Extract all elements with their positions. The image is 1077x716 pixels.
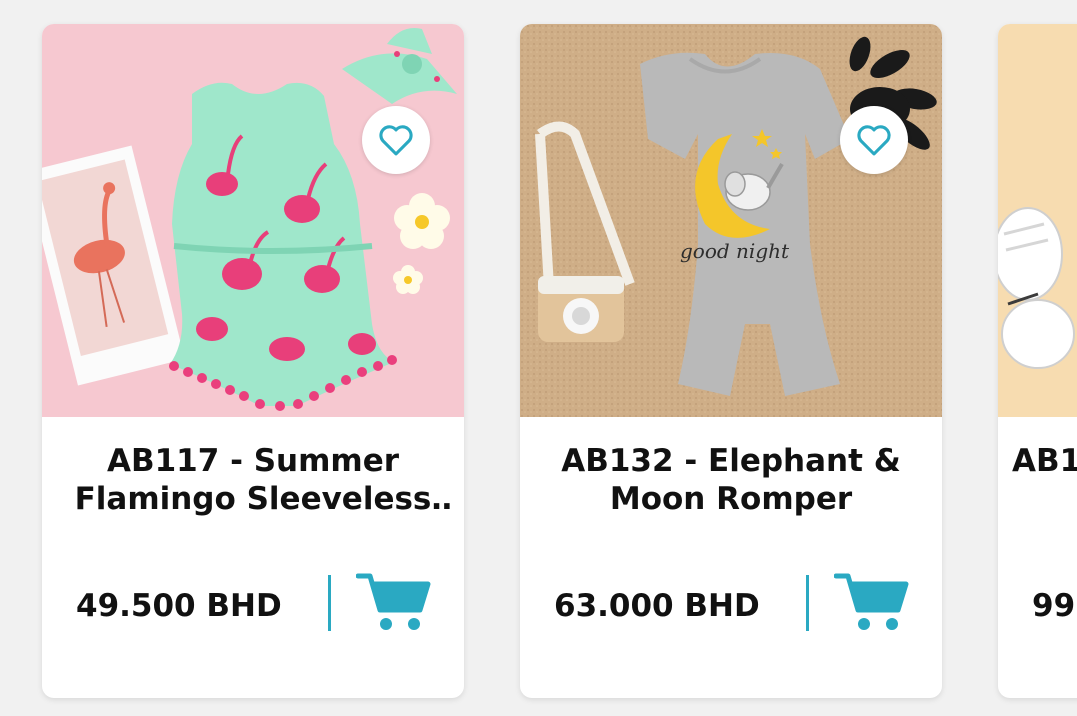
favorite-button[interactable]: [362, 106, 430, 174]
product-title[interactable]: AB117 - Summer Flamingo Sleeveless Jumps…: [56, 442, 450, 518]
price-divider: [328, 575, 331, 631]
price-divider: [806, 575, 809, 631]
product-card[interactable]: good night AB132 - Elephant & Moon Rompe…: [520, 24, 942, 698]
product-title[interactable]: AB132 - Elephant & Moon Romper: [534, 442, 928, 518]
add-to-cart-button[interactable]: [355, 570, 432, 634]
product-price: 63.000 BHD: [554, 588, 760, 624]
product-price: 49.500 BHD: [76, 588, 282, 624]
heart-outline-icon: [379, 125, 413, 156]
add-to-cart-button[interactable]: [833, 570, 910, 634]
product-price: 99: [1032, 588, 1076, 624]
svg-text:good night: good night: [680, 239, 790, 263]
shopping-cart-icon: [833, 573, 909, 630]
shopping-cart-icon: [355, 573, 431, 630]
favorite-button[interactable]: [840, 106, 908, 174]
heart-outline-icon: [857, 125, 891, 156]
product-image[interactable]: [42, 24, 464, 417]
product-card[interactable]: AB1 B 99: [998, 24, 1077, 698]
product-image[interactable]: [998, 24, 1077, 417]
product-title[interactable]: AB1 B: [1012, 442, 1077, 480]
product-image[interactable]: good night: [520, 24, 942, 417]
product-card[interactable]: AB117 - Summer Flamingo Sleeveless Jumps…: [42, 24, 464, 698]
product-carousel: AB117 - Summer Flamingo Sleeveless Jumps…: [0, 0, 1077, 716]
